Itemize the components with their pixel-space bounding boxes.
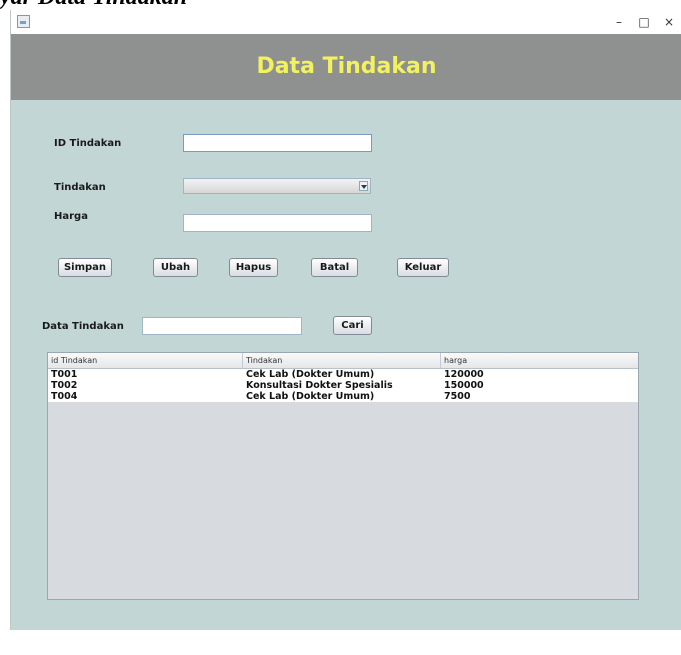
cell-tindakan: Konsultasi Dokter Spesialis: [246, 380, 393, 391]
page-title: Data Tindakan: [256, 54, 437, 79]
java-app-icon: [17, 15, 30, 28]
batal-button[interactable]: Batal: [311, 258, 358, 277]
id-tindakan-label: ID Tindakan: [54, 138, 122, 149]
column-header-id[interactable]: id Tindakan: [48, 353, 243, 368]
cell-harga: 150000: [444, 380, 484, 391]
table-body: T001 Cek Lab (Dokter Umum) 120000 T002 K…: [48, 369, 638, 402]
keluar-button[interactable]: Keluar: [397, 258, 449, 277]
maximize-button[interactable]: □: [634, 13, 654, 31]
cell-id: T002: [51, 380, 78, 391]
cell-harga: 7500: [444, 391, 471, 402]
tindakan-table: id Tindakan Tindakan harga T001 Cek Lab …: [47, 352, 639, 600]
cell-id: T001: [51, 369, 78, 380]
id-tindakan-input[interactable]: [183, 134, 372, 152]
search-label: Data Tindakan: [42, 321, 124, 332]
search-input[interactable]: [142, 317, 302, 335]
tindakan-combobox[interactable]: [183, 178, 371, 194]
harga-input[interactable]: [183, 214, 372, 232]
table-row[interactable]: T001 Cek Lab (Dokter Umum) 120000: [48, 369, 638, 380]
cell-tindakan: Cek Lab (Dokter Umum): [246, 369, 375, 380]
ubah-button[interactable]: Ubah: [153, 258, 198, 277]
column-header-harga[interactable]: harga: [441, 353, 638, 368]
cell-harga: 120000: [444, 369, 484, 380]
window-titlebar[interactable]: – □ ×: [11, 10, 681, 34]
harga-label: Harga: [54, 211, 88, 222]
hapus-button[interactable]: Hapus: [229, 258, 278, 277]
chevron-down-icon[interactable]: [359, 181, 368, 191]
tindakan-label: Tindakan: [54, 182, 106, 193]
table-row[interactable]: T002 Konsultasi Dokter Spesialis 150000: [48, 380, 638, 391]
table-row[interactable]: T004 Cek Lab (Dokter Umum) 7500: [48, 391, 638, 402]
minimize-button[interactable]: –: [609, 13, 629, 31]
cell-id: T004: [51, 391, 78, 402]
table-header: id Tindakan Tindakan harga: [48, 353, 638, 369]
app-window: – □ × Data Tindakan ID Tindakan Tindakan…: [10, 10, 681, 630]
simpan-button[interactable]: Simpan: [58, 258, 112, 277]
header-banner: Data Tindakan: [11, 34, 681, 100]
cell-tindakan: Cek Lab (Dokter Umum): [246, 391, 375, 402]
column-header-tindakan[interactable]: Tindakan: [243, 353, 441, 368]
close-button[interactable]: ×: [659, 13, 679, 31]
cari-button[interactable]: Cari: [333, 316, 372, 335]
